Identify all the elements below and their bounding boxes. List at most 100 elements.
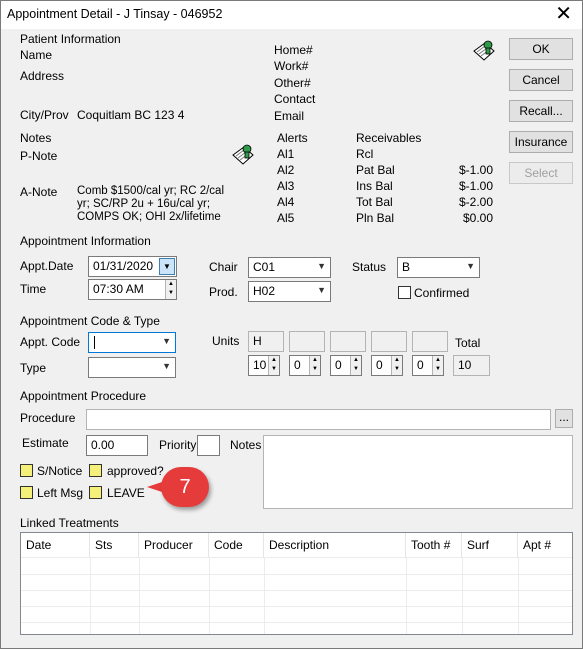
unit-code-field[interactable] — [412, 331, 448, 352]
approved-flag-label: approved? — [107, 464, 164, 478]
text-cursor — [94, 336, 95, 349]
confirmed-checkbox[interactable] — [398, 286, 411, 299]
chair-select[interactable]: C01 ▼ — [248, 257, 331, 278]
column-header-surf[interactable]: Surf — [462, 533, 518, 557]
unit-code-field[interactable] — [330, 331, 366, 352]
appointment-info-heading: Appointment Information — [20, 234, 151, 248]
work-phone-label: Work# — [274, 59, 309, 73]
unit-code-field[interactable] — [371, 331, 407, 352]
unit-code-value: H — [253, 334, 262, 348]
patient-info-heading: Patient Information — [20, 32, 121, 46]
procedure-browse-button[interactable]: ... — [555, 409, 573, 428]
receivable-label: Tot Bal — [356, 195, 393, 209]
notes-textarea[interactable] — [263, 435, 573, 509]
notes-field-label: Notes — [230, 438, 262, 452]
unit-spin-control[interactable]: ▲ ▼ — [432, 356, 443, 375]
grid-line — [462, 557, 463, 634]
unit-value: 0 — [335, 358, 342, 372]
left-msg-flag-checkbox[interactable] — [20, 486, 33, 499]
status-select[interactable]: B ▼ — [397, 257, 480, 278]
appt-code-select[interactable]: ▼ — [88, 332, 176, 353]
grid-line — [21, 590, 572, 591]
snotice-flag-checkbox[interactable] — [20, 464, 33, 477]
status-label: Status — [352, 260, 387, 274]
time-label: Time — [20, 282, 47, 296]
total-label: Total — [455, 336, 481, 350]
snotice-flag-label: S/Notice — [37, 464, 83, 478]
unit-code-field[interactable] — [289, 331, 325, 352]
column-header-producer[interactable]: Producer — [139, 533, 209, 557]
unit-stepper[interactable]: 0 ▲ ▼ — [371, 355, 403, 376]
approved-flag-checkbox[interactable] — [89, 464, 102, 477]
calendar-dropdown-icon[interactable]: ▼ — [159, 258, 175, 275]
title-bar: Appointment Detail - J Tinsay - 046952 ✕ — [1, 1, 582, 29]
type-select[interactable]: ▼ — [88, 357, 176, 378]
unit-spin-control[interactable]: ▲ ▼ — [350, 356, 361, 375]
column-header-apt[interactable]: Apt # — [518, 533, 572, 557]
anote-line-2: yr; SC/RP 2u + 16u/cal yr; — [77, 198, 211, 210]
unit-spin-control[interactable]: ▲ ▼ — [268, 356, 279, 375]
unit-spin-control[interactable]: ▲ ▼ — [309, 356, 320, 375]
recall-button[interactable]: Recall... — [509, 100, 573, 122]
unit-code-field[interactable]: H — [248, 331, 284, 352]
total-value: 10 — [458, 358, 472, 372]
unit-stepper[interactable]: 0 ▲ ▼ — [412, 355, 444, 376]
receivable-label: Pat Bal — [356, 163, 395, 177]
chair-label: Chair — [209, 260, 238, 274]
close-icon[interactable]: ✕ — [555, 3, 572, 25]
other-phone-label: Other# — [274, 76, 311, 90]
chevron-down-icon[interactable]: ▼ — [162, 361, 171, 371]
procedure-field[interactable] — [86, 409, 551, 430]
time-value: 07:30 AM — [93, 282, 144, 296]
unit-stepper[interactable]: 0 ▲ ▼ — [330, 355, 362, 376]
appt-date-value: 01/31/2020 — [93, 259, 154, 273]
column-header-tooth[interactable]: Tooth # — [406, 533, 462, 557]
appt-date-field[interactable]: 01/31/2020 ▼ — [88, 256, 177, 277]
note-pad-icon[interactable] — [230, 143, 256, 167]
column-header-description[interactable]: Description — [264, 533, 406, 557]
cancel-button[interactable]: Cancel — [509, 69, 573, 91]
leave-flag-checkbox[interactable] — [89, 486, 102, 499]
contact-label: Contact — [274, 92, 316, 106]
time-field[interactable]: 07:30 AM ▲ ▼ — [88, 279, 177, 300]
prod-select[interactable]: H02 ▼ — [248, 281, 331, 302]
alert-item: Al4 — [277, 195, 295, 209]
priority-field[interactable] — [197, 435, 220, 456]
unit-stepper[interactable]: 10 ▲ ▼ — [248, 355, 280, 376]
chair-value: C01 — [253, 260, 276, 274]
ins-bal-value: $-1.00 — [458, 179, 493, 193]
linked-treatments-table[interactable]: Date Sts Producer Code Description Tooth… — [20, 532, 573, 635]
appt-date-label: Appt.Date — [20, 259, 74, 273]
column-header-date[interactable]: Date — [21, 533, 90, 557]
note-pad-icon[interactable] — [471, 39, 497, 63]
anote-line-1: Comb $1500/cal yr; RC 2/cal — [77, 185, 225, 197]
notes-label: Notes — [20, 131, 52, 145]
chevron-down-icon[interactable]: ▼ — [162, 336, 171, 346]
name-label: Name — [20, 48, 53, 62]
prod-value: H02 — [253, 284, 276, 298]
unit-stepper[interactable]: 0 ▲ ▼ — [289, 355, 321, 376]
column-header-code[interactable]: Code — [209, 533, 264, 557]
ok-button[interactable]: OK — [509, 38, 573, 60]
chevron-down-icon[interactable]: ▼ — [317, 285, 326, 295]
window-title: Appointment Detail - J Tinsay - 046952 — [7, 7, 223, 21]
insurance-button[interactable]: Insurance — [509, 131, 573, 153]
unit-spin-control[interactable]: ▲ ▼ — [391, 356, 402, 375]
pln-bal-value: $0.00 — [462, 211, 493, 225]
left-msg-flag-label: Left Msg — [37, 486, 84, 500]
status-value: B — [402, 260, 411, 274]
chevron-down-icon[interactable]: ▼ — [317, 261, 326, 271]
column-header-sts[interactable]: Sts — [90, 533, 139, 557]
time-spinner[interactable]: ▲ ▼ — [165, 280, 176, 299]
select-button[interactable]: Select — [509, 162, 573, 184]
leave-flag-label: LEAVE — [107, 486, 145, 500]
total-field: 10 — [453, 355, 490, 376]
grid-line — [21, 606, 572, 607]
pnote-label: P-Note — [20, 149, 58, 163]
receivable-label: Ins Bal — [356, 179, 393, 193]
alert-item: Al1 — [277, 147, 295, 161]
pat-bal-value: $-1.00 — [458, 163, 493, 177]
estimate-field[interactable]: 0.00 — [86, 435, 148, 456]
chevron-down-icon[interactable]: ▼ — [466, 261, 475, 271]
city-label: City/Prov — [20, 108, 69, 122]
